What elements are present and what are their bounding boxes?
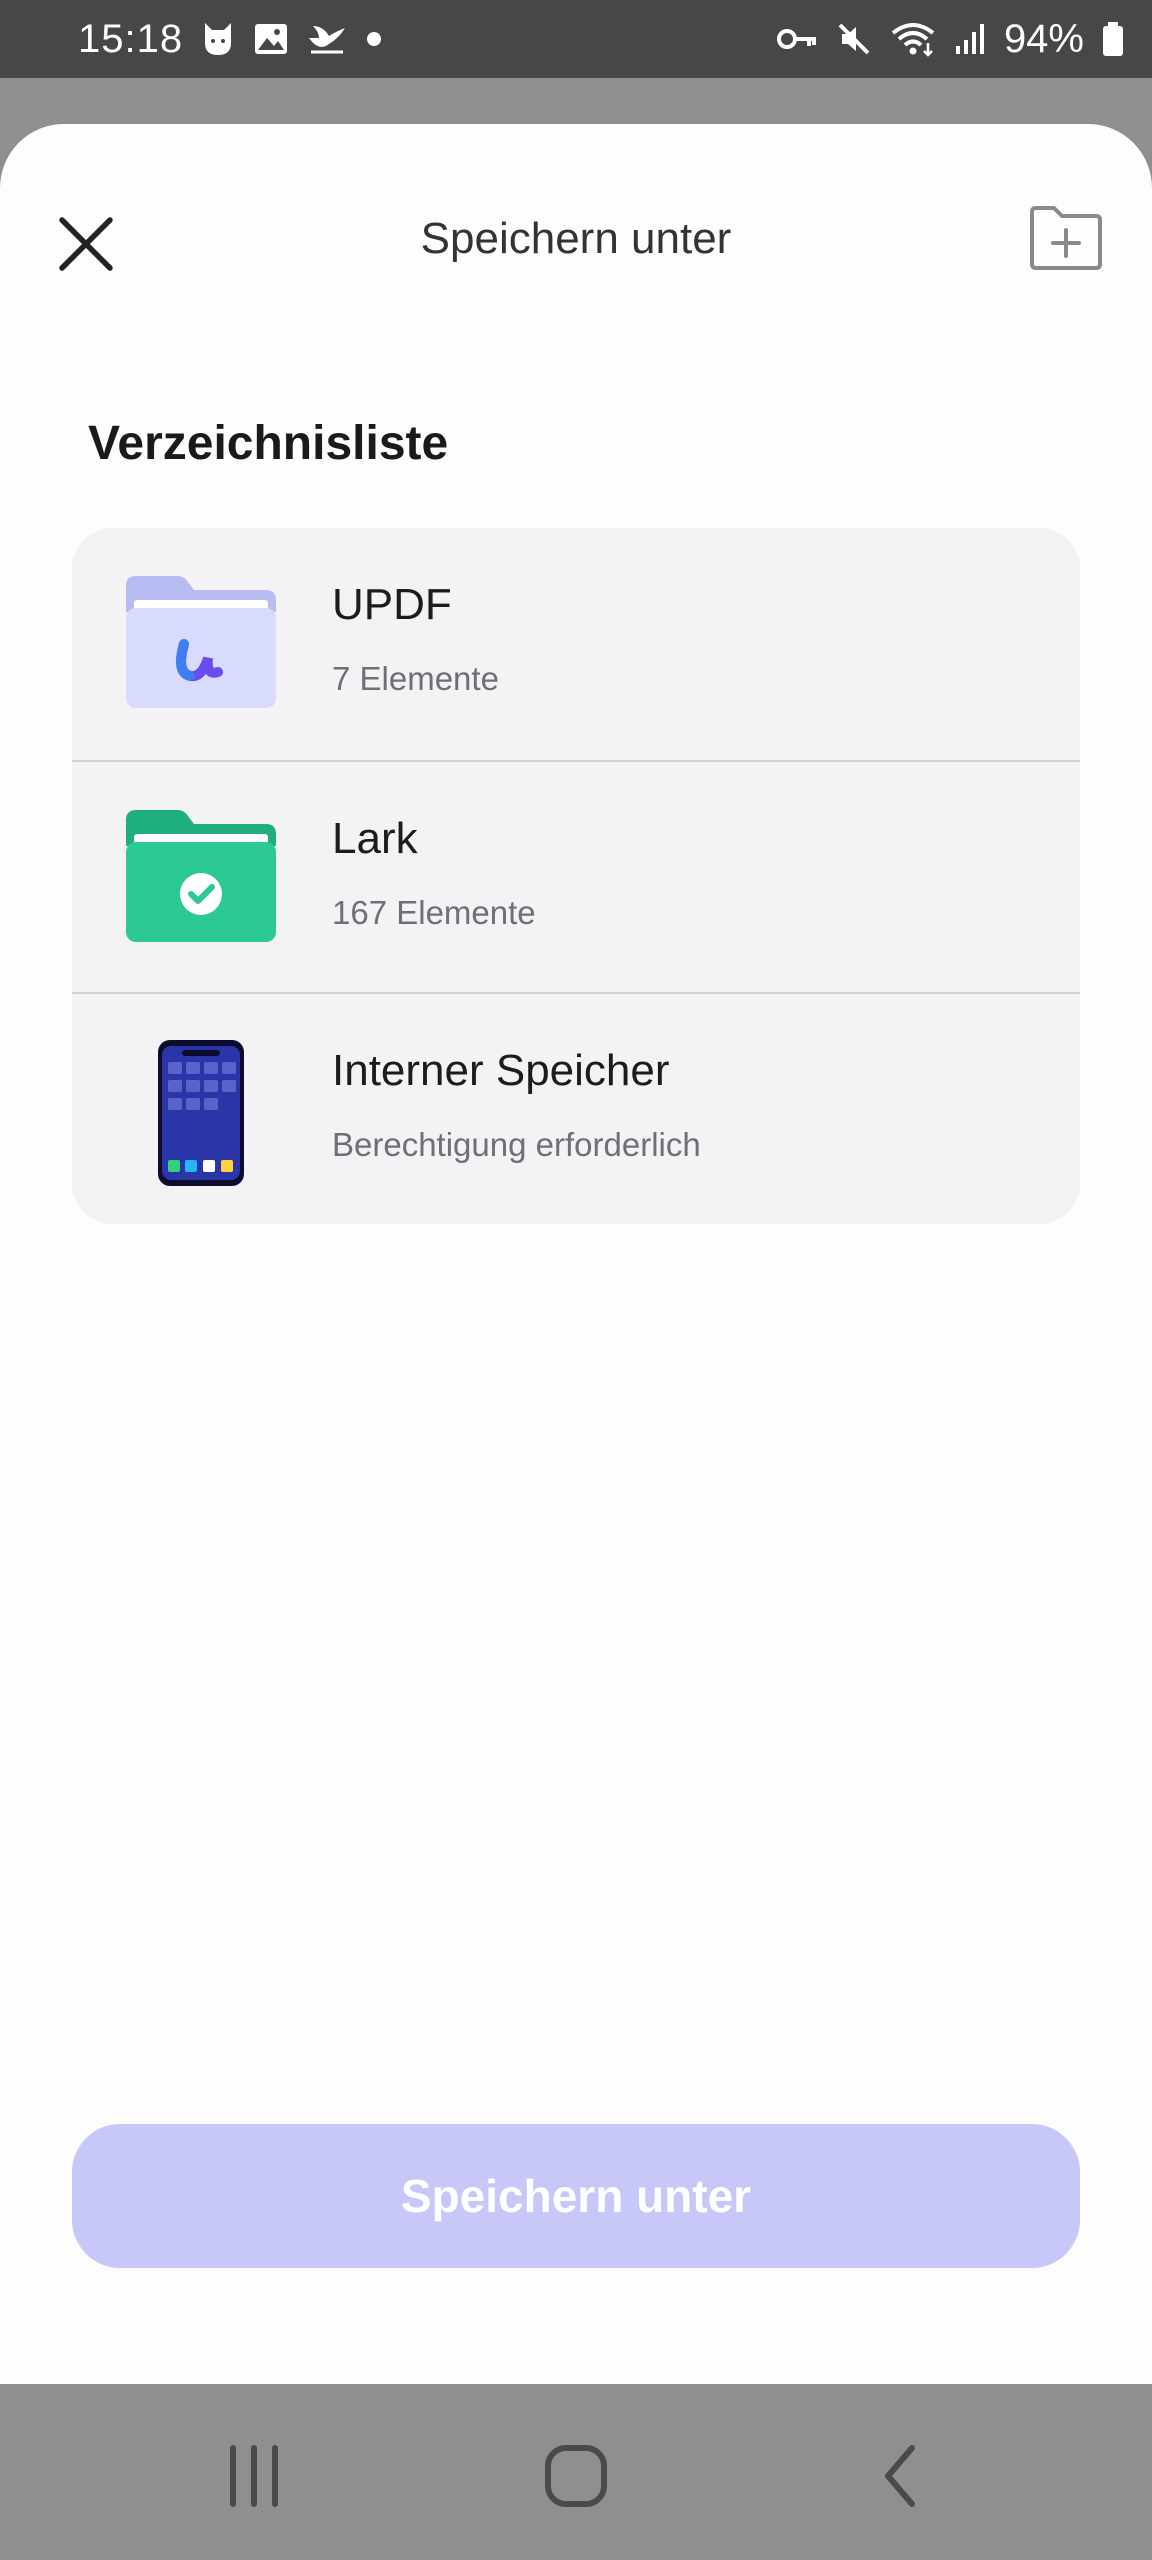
lark-folder-icon <box>126 806 276 946</box>
sheet-title: Speichern unter <box>420 214 732 263</box>
directory-list: UPDF 7 Elemente Lark 167 Elemente Intern… <box>72 528 1080 1224</box>
gallery-icon <box>253 22 289 56</box>
directory-item-name: Interner Speicher <box>332 1046 670 1095</box>
updf-folder-icon <box>126 572 276 712</box>
dot-icon <box>365 30 383 48</box>
save-as-sheet: Speichern unter Verzeichnisliste UPDF 7 … <box>0 124 1152 2384</box>
mute-icon <box>836 21 872 57</box>
directory-item-subtitle: 7 Elemente <box>332 660 499 697</box>
directory-item-subtitle: Berechtigung erforderlich <box>332 1126 701 1163</box>
home-icon <box>545 2445 607 2507</box>
back-button[interactable] <box>852 2440 948 2512</box>
back-icon <box>885 2445 915 2507</box>
status-bar-left: 15:18 <box>78 17 383 62</box>
cat-notification-icon <box>201 21 235 57</box>
screen: 15:18 94% Speichern unter Verzeichnislis… <box>0 0 1152 2560</box>
new-folder-icon <box>1030 206 1102 270</box>
recent-apps-button[interactable] <box>206 2440 302 2512</box>
signal-icon <box>954 22 986 56</box>
directory-item-name: Lark <box>332 814 418 863</box>
wifi-icon <box>890 21 936 57</box>
directory-item-name: UPDF <box>332 580 452 629</box>
battery-percentage: 94% <box>1003 16 1084 61</box>
battery-icon <box>1102 21 1124 57</box>
directory-item-subtitle: 167 Elemente <box>332 894 536 931</box>
save-as-button[interactable]: Speichern unter <box>72 2124 1080 2268</box>
bird-notification-icon <box>307 22 347 56</box>
status-time: 15:18 <box>78 16 184 61</box>
key-icon <box>776 26 818 52</box>
directory-item-lark[interactable]: Lark 167 Elemente <box>72 760 1080 992</box>
status-bar-right: 94% <box>776 17 1124 62</box>
directory-item-updf[interactable]: UPDF 7 Elemente <box>72 528 1080 760</box>
sheet-header: Speichern unter <box>0 124 1152 364</box>
phone-storage-icon <box>126 1038 276 1186</box>
status-bar: 15:18 94% <box>0 0 1152 78</box>
new-folder-button[interactable] <box>1026 202 1106 274</box>
recent-apps-icon <box>230 2445 278 2507</box>
navigation-bar <box>0 2384 1152 2560</box>
directory-section-title: Verzeichnisliste <box>88 417 449 470</box>
home-button[interactable] <box>528 2440 624 2512</box>
directory-item-internal-storage[interactable]: Interner Speicher Berechtigung erforderl… <box>72 992 1080 1224</box>
